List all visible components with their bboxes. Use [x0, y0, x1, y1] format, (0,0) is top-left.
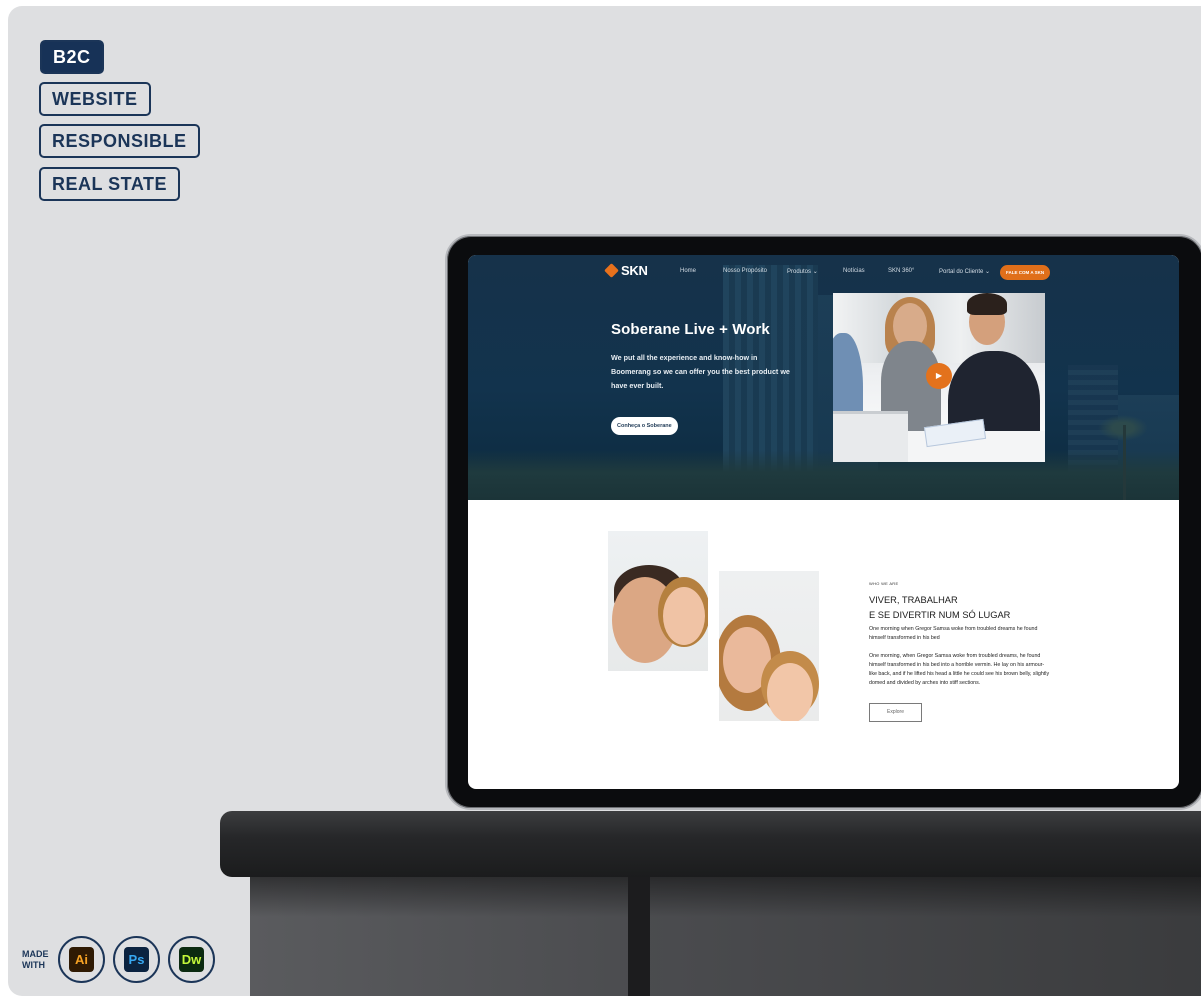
nav-produtos-label: Produtos: [787, 269, 812, 275]
laptop-graphic: [833, 411, 908, 462]
face-graphic: [663, 587, 705, 645]
section-paragraph-2: One morning, when Gregor Samsa woke from…: [869, 653, 1050, 686]
nav-skn-360[interactable]: SKN 360°: [888, 268, 914, 274]
desk-leg: [628, 877, 650, 996]
nav-home[interactable]: Home: [680, 268, 696, 274]
family-photo-father: [608, 531, 708, 731]
explore-button[interactable]: Explore: [869, 703, 922, 722]
made-with-line1: MADE: [22, 949, 49, 959]
section-paragraph-1: One morning when Gregor Samsa woke from …: [869, 626, 1038, 641]
desk-top: [220, 811, 1201, 877]
section-heading: VIVER, TRABALHAR E SE DIVERTIR NUM SÓ LU…: [869, 593, 1010, 623]
desk-shadow: [250, 877, 1201, 917]
section-heading-line1: VIVER, TRABALHAR: [869, 595, 958, 605]
hero-title: Soberane Live + Work: [611, 321, 770, 338]
site-logo[interactable]: SKN: [604, 263, 648, 278]
illustrator-icon: Ai: [69, 947, 94, 972]
photoshop-badge: Ps: [113, 936, 160, 983]
man-hair-graphic: [967, 293, 1007, 315]
chevron-down-icon: ⌄: [985, 269, 991, 275]
play-icon[interactable]: ▶: [926, 363, 952, 389]
presentation-canvas: B2C WEBSITE RESPONSIBLE REAL STATE SKN H…: [8, 6, 1201, 996]
tag-real-state: REAL STATE: [39, 167, 181, 201]
face-graphic: [767, 663, 813, 723]
nav-nosso-proposito[interactable]: Nosso Propósito: [723, 268, 767, 274]
tablet-mockup: SKN Home Nosso Propósito Produtos ⌄ Notí…: [445, 234, 1201, 810]
chevron-down-icon: ⌄: [812, 269, 818, 275]
section-eyebrow: WHO WE ARE: [869, 581, 899, 586]
logo-text: SKN: [621, 263, 648, 278]
nav-noticias[interactable]: Notícias: [843, 268, 865, 274]
tree-line-graphic: [468, 450, 1179, 500]
shirt-graphic: [719, 721, 819, 771]
photoshop-icon: Ps: [124, 947, 149, 972]
tag-b2c: B2C: [40, 40, 104, 74]
video-thumbnail[interactable]: ▶: [833, 293, 1045, 462]
illustrator-badge: Ai: [58, 936, 105, 983]
made-with-line2: WITH: [22, 960, 45, 970]
hero-description: We put all the experience and know-how i…: [611, 353, 790, 390]
tag-responsible: RESPONSIBLE: [39, 124, 200, 158]
section-heading-line2: E SE DIVERTIR NUM SÓ LUGAR: [869, 610, 1011, 620]
made-with-label: MADE WITH: [22, 949, 49, 971]
tag-website: WEBSITE: [39, 82, 151, 116]
hero-section: SKN Home Nosso Propósito Produtos ⌄ Notí…: [468, 255, 1179, 500]
shirt-graphic: [608, 671, 708, 731]
nav-portal-do-cliente[interactable]: Portal do Cliente ⌄: [939, 268, 990, 275]
logo-mark-icon: [604, 263, 619, 278]
nav-produtos[interactable]: Produtos ⌄: [787, 268, 818, 275]
hero-cta-button[interactable]: Conheça o Soberane: [611, 417, 678, 435]
nav-portal-label: Portal do Cliente: [939, 269, 984, 275]
website-screen: SKN Home Nosso Propósito Produtos ⌄ Notí…: [468, 255, 1179, 789]
dreamweaver-icon: Dw: [179, 947, 204, 972]
contact-cta-button[interactable]: FALE COM A SKN: [1000, 265, 1051, 280]
palm-trunk-graphic: [1123, 425, 1126, 500]
family-photo-mother: [719, 571, 819, 771]
office-window-graphic: [833, 293, 1045, 363]
dreamweaver-badge: Dw: [168, 936, 215, 983]
